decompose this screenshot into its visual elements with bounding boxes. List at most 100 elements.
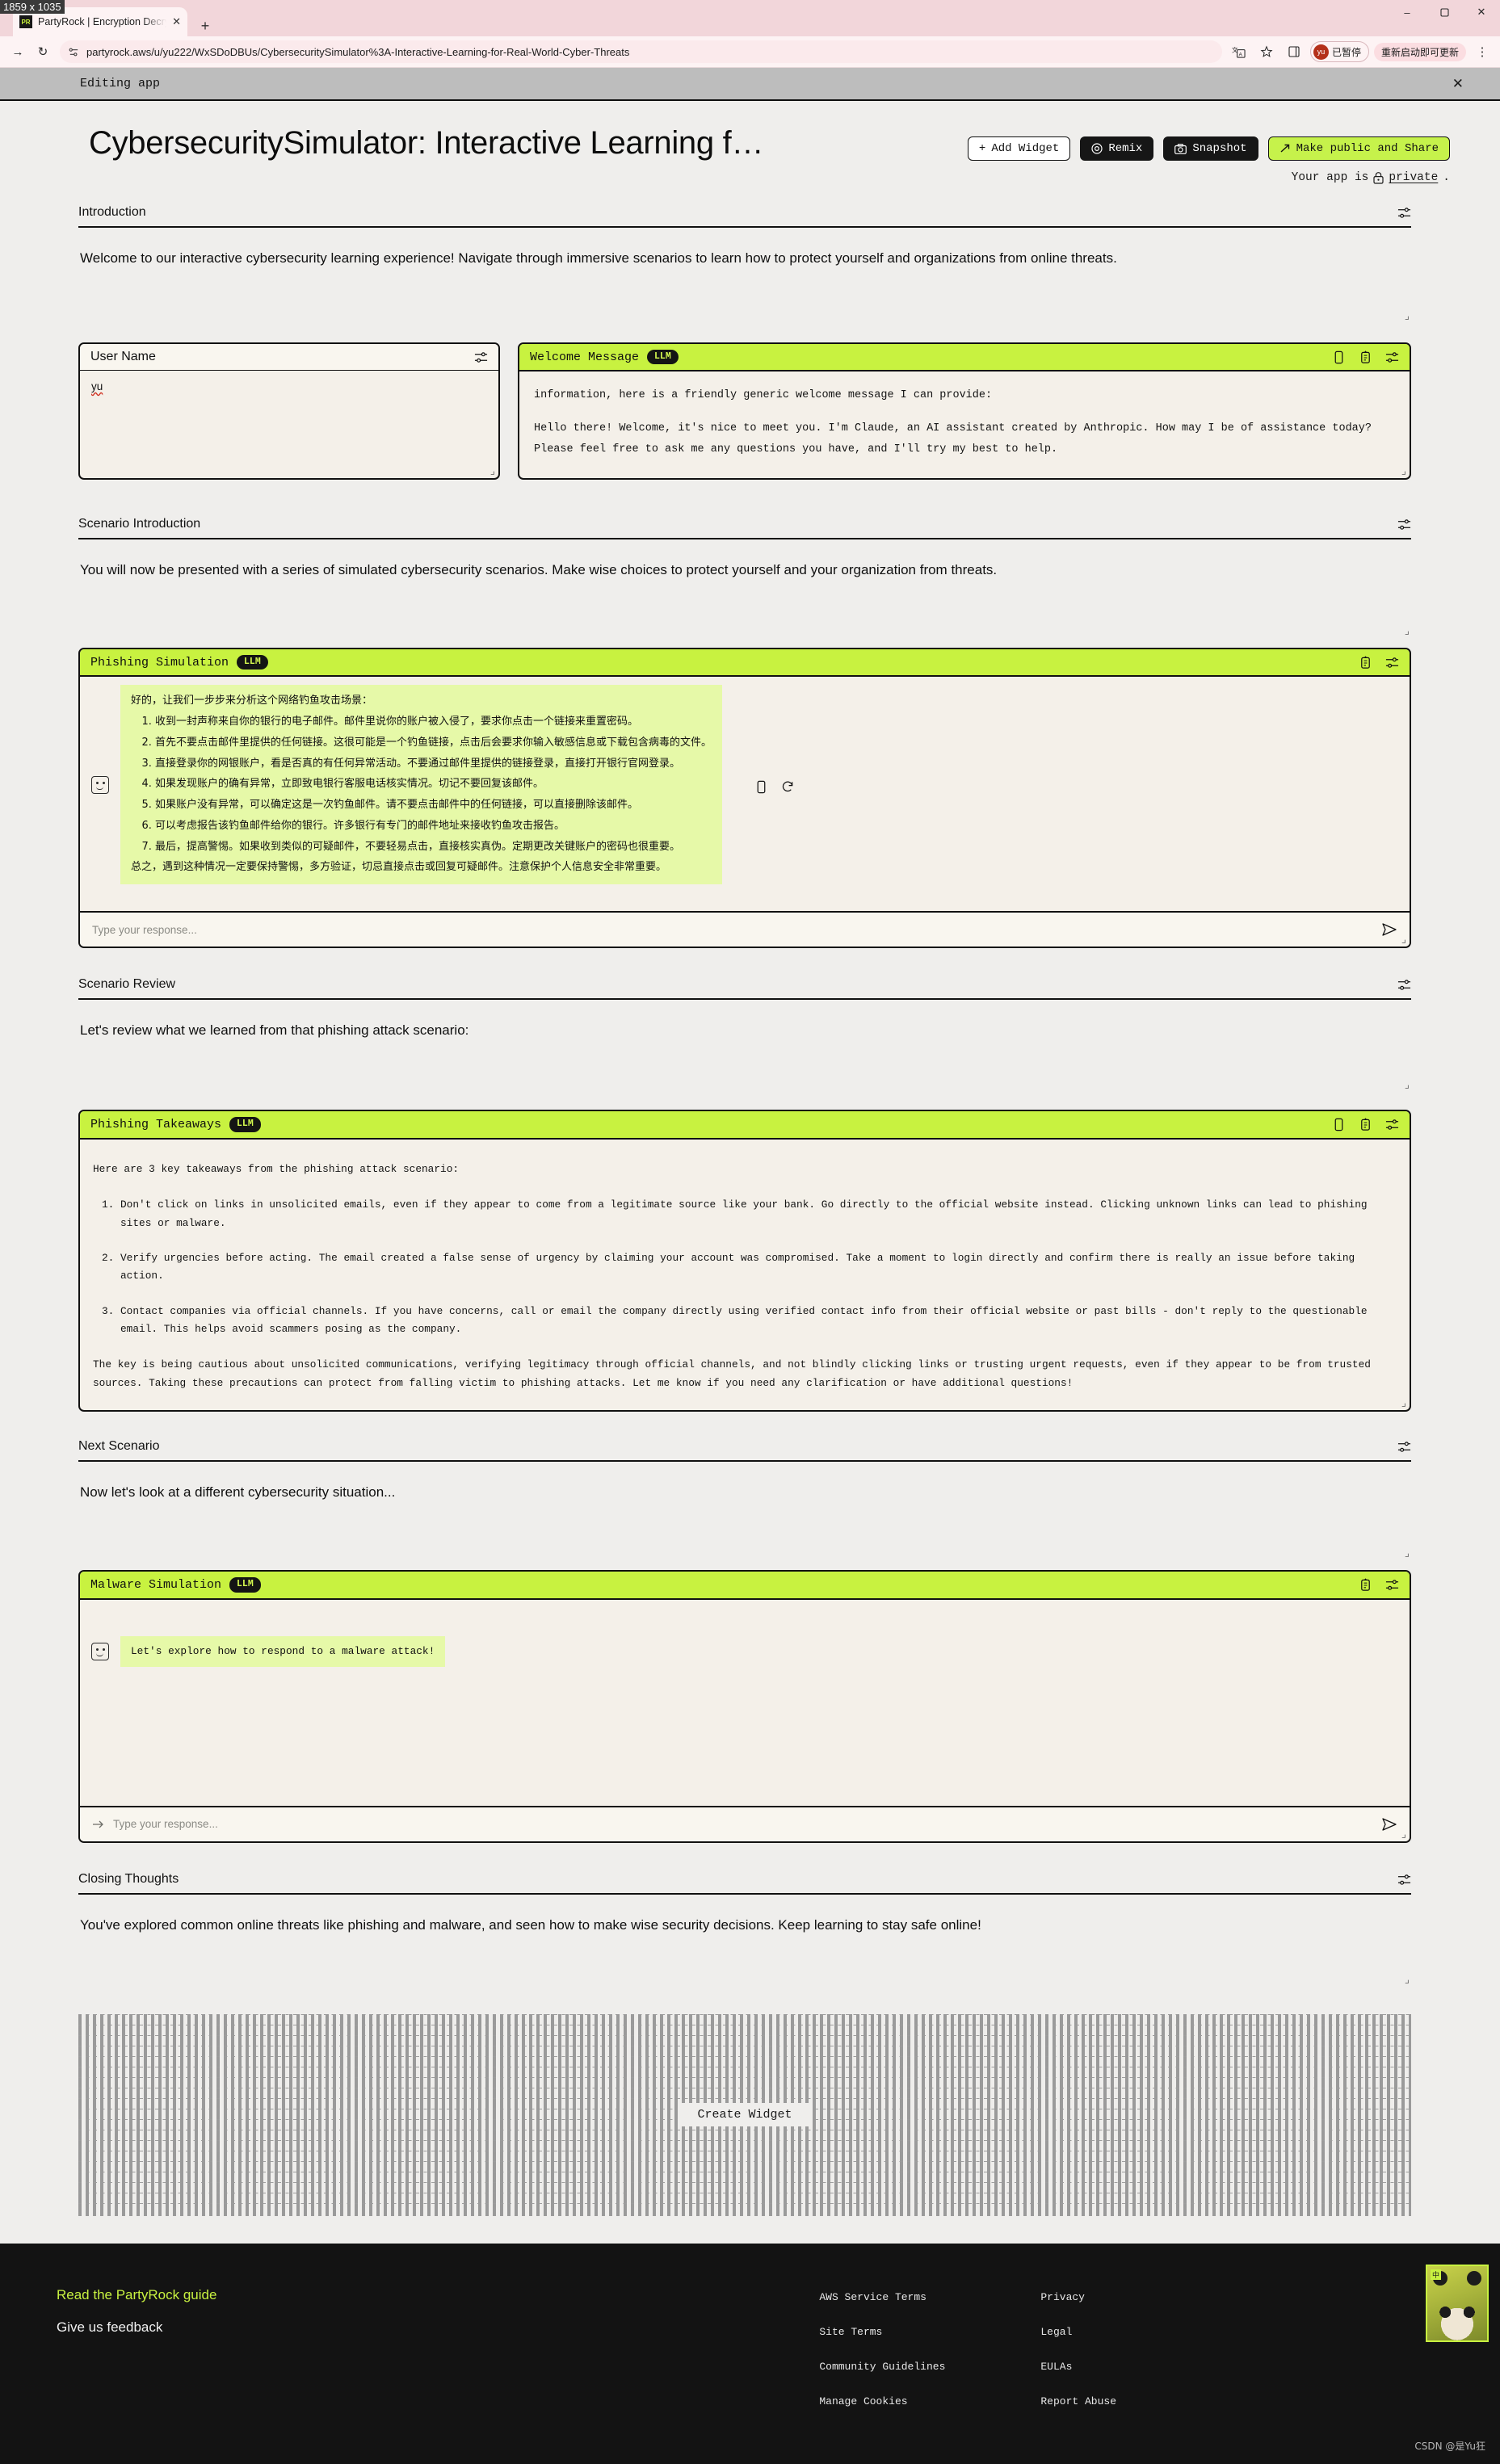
- chrome-menu-icon[interactable]: ⋮: [1471, 40, 1494, 63]
- footer-link-privacy[interactable]: Privacy: [1040, 2291, 1116, 2303]
- footer-link-community-guidelines[interactable]: Community Guidelines: [819, 2361, 945, 2373]
- malware-response-input-row[interactable]: Type your response...: [80, 1805, 1410, 1841]
- partyrock-guide-link[interactable]: Read the PartyRock guide: [57, 2287, 819, 2303]
- copy-icon[interactable]: [1332, 1118, 1346, 1131]
- user-name-input[interactable]: yu: [80, 371, 498, 402]
- footer-primary-links: Read the PartyRock guide Give us feedbac…: [57, 2287, 819, 2407]
- widget-settings-icon[interactable]: [1397, 1873, 1411, 1887]
- phishing-step: 最后，提高警惕。如果收到类似的可疑邮件，不要轻易点击，直接核实真伪。定期更改关键…: [155, 838, 712, 857]
- phishing-step: 直接登录你的网银账户，看是否真的有任何异常活动。不要通过邮件里提供的链接登录，直…: [155, 755, 712, 774]
- new-tab-button[interactable]: +: [195, 15, 216, 36]
- malware-simulation-title: Malware Simulation: [90, 1577, 222, 1592]
- phishing-response-input[interactable]: Type your response...: [92, 924, 1373, 936]
- resize-grip-icon[interactable]: ⌟: [1398, 310, 1410, 321]
- footer-link-legal[interactable]: Legal: [1040, 2326, 1116, 2338]
- create-widget-label[interactable]: Create Widget: [678, 2103, 812, 2127]
- phishing-response-input-row[interactable]: Type your response...: [80, 911, 1410, 947]
- widget-settings-icon[interactable]: [474, 351, 488, 364]
- footer-link-site-terms[interactable]: Site Terms: [819, 2326, 945, 2338]
- phishing-message-bubble: 好的，让我们一步步来分析这个网络钓鱼攻击场景： 收到一封声称来自你的银行的电子邮…: [120, 685, 723, 885]
- profile-pill[interactable]: yu 已暂停: [1309, 41, 1369, 62]
- arrow-share-icon: [1280, 144, 1289, 153]
- dropzone-dash-line: [78, 2013, 1411, 2016]
- add-widget-button[interactable]: + Add Widget: [967, 136, 1071, 161]
- address-bar[interactable]: partyrock.aws/u/yu222/WxSDoDBUs/Cybersec…: [60, 40, 1222, 63]
- create-widget-dropzone[interactable]: Create Widget: [78, 2013, 1411, 2216]
- window-close-icon[interactable]: ✕: [1463, 0, 1500, 24]
- scenario-introduction-body: You will now be presented with a series …: [80, 562, 998, 577]
- header-actions: + Add Widget Remix Snapshot Make public …: [967, 125, 1450, 184]
- widget-settings-icon[interactable]: [1385, 351, 1399, 364]
- reload-icon[interactable]: ↻: [32, 40, 54, 63]
- resize-grip-icon[interactable]: ⌟: [1398, 1079, 1410, 1090]
- widget-settings-icon[interactable]: [1385, 1118, 1399, 1131]
- takeaways-list: Don't click on links in unsolicited emai…: [120, 1196, 1397, 1338]
- footer-column-1: AWS Service Terms Site Terms Community G…: [819, 2291, 945, 2407]
- translate-icon[interactable]: 文 A: [1228, 40, 1250, 63]
- remix-label: Remix: [1108, 142, 1143, 155]
- site-settings-icon[interactable]: [68, 46, 80, 58]
- widget-settings-icon[interactable]: [1397, 206, 1411, 220]
- widget-settings-icon[interactable]: [1385, 1578, 1399, 1592]
- remix-button[interactable]: Remix: [1080, 136, 1154, 161]
- widget-settings-icon[interactable]: [1385, 656, 1399, 670]
- scenario-review-title: Scenario Review: [78, 977, 176, 992]
- resize-grip-icon[interactable]: ⌟: [1395, 1828, 1406, 1840]
- editing-close-icon[interactable]: ✕: [1452, 76, 1464, 92]
- resize-grip-icon[interactable]: ⌟: [1395, 465, 1406, 476]
- widget-settings-icon[interactable]: [1397, 518, 1411, 531]
- footer-link-manage-cookies[interactable]: Manage Cookies: [819, 2395, 945, 2407]
- regenerate-icon[interactable]: [1359, 351, 1372, 364]
- app-page: CybersecuritySimulator: Interactive Lear…: [0, 101, 1500, 2464]
- resize-grip-icon[interactable]: ⌟: [1395, 1397, 1406, 1408]
- resize-grip-icon[interactable]: ⌟: [1398, 1547, 1410, 1559]
- snapshot-label: Snapshot: [1192, 142, 1247, 155]
- privacy-value-link[interactable]: private: [1389, 171, 1438, 184]
- snapshot-button[interactable]: Snapshot: [1163, 136, 1258, 161]
- static-widget-scenario-review: Scenario Review Let's review what we lea…: [78, 977, 1411, 1090]
- dropzone-dash-line: [78, 2024, 1411, 2026]
- dropzone-dash-line: [78, 2045, 1411, 2047]
- update-pill[interactable]: 重新启动即可更新: [1373, 42, 1466, 61]
- footer-link-report-abuse[interactable]: Report Abuse: [1040, 2395, 1116, 2407]
- tab-close-icon[interactable]: ✕: [172, 15, 181, 28]
- minimize-icon[interactable]: –: [1389, 0, 1426, 24]
- refresh-icon[interactable]: [781, 780, 795, 794]
- forward-arrow-icon[interactable]: →: [6, 40, 29, 63]
- introduction-body: Welcome to our interactive cybersecurity…: [80, 250, 1117, 266]
- regenerate-icon[interactable]: [1359, 1118, 1372, 1131]
- maximize-icon[interactable]: [1426, 0, 1463, 24]
- browser-tab-strip: 1859 x 1035 PR PartyRock | Encryption De…: [0, 0, 1500, 36]
- resize-grip-icon[interactable]: ⌟: [1398, 625, 1410, 636]
- phishing-step: 如果账户没有异常，可以确定这是一次钓鱼邮件。请不要点击邮件中的任何链接，可以直接…: [155, 796, 712, 815]
- footer-link-eulas[interactable]: EULAs: [1040, 2361, 1116, 2373]
- widget-settings-icon[interactable]: [1397, 1440, 1411, 1454]
- profile-status-text: 已暂停: [1331, 46, 1361, 58]
- regenerate-icon[interactable]: [1359, 1578, 1372, 1592]
- regenerate-icon[interactable]: [1359, 656, 1372, 670]
- make-public-share-button[interactable]: Make public and Share: [1267, 136, 1450, 161]
- introduction-header: Introduction: [78, 205, 1411, 228]
- malware-simulation-header: Malware Simulation LLM: [80, 1572, 1410, 1600]
- resize-grip-icon[interactable]: ⌟: [484, 465, 495, 476]
- closing-thoughts-body: You've explored common online threats li…: [80, 1916, 981, 1933]
- footer-link-aws-service-terms[interactable]: AWS Service Terms: [819, 2291, 945, 2303]
- malware-chat-area: Let's explore how to respond to a malwar…: [80, 1599, 1410, 1806]
- dropzone-dash-line: [78, 2076, 1411, 2079]
- resize-grip-icon[interactable]: ⌟: [1398, 1974, 1410, 1985]
- bookmark-star-icon[interactable]: [1255, 40, 1278, 63]
- resize-grip-icon[interactable]: ⌟: [1395, 934, 1406, 945]
- phishing-message-row: 好的，让我们一步步来分析这个网络钓鱼攻击场景： 收到一封声称来自你的银行的电子邮…: [80, 677, 1410, 885]
- malware-response-input[interactable]: Type your response...: [113, 1818, 1373, 1830]
- dropzone-dash-line: [78, 2066, 1411, 2068]
- side-panel-icon[interactable]: [1283, 40, 1305, 63]
- copy-icon[interactable]: [754, 780, 768, 794]
- phishing-step: 收到一封声称来自你的银行的电子邮件。邮件里说你的账户被入侵了，要求你点击一个链接…: [155, 713, 712, 732]
- bot-avatar-icon: [91, 775, 109, 794]
- welcome-title-wrap: Welcome Message LLM: [530, 350, 679, 365]
- copy-icon[interactable]: [1332, 351, 1346, 364]
- widget-settings-icon[interactable]: [1397, 978, 1411, 992]
- dropzone-dash-line: [78, 2055, 1411, 2058]
- give-feedback-link[interactable]: Give us feedback: [57, 2319, 819, 2336]
- llm-badge: LLM: [237, 655, 268, 670]
